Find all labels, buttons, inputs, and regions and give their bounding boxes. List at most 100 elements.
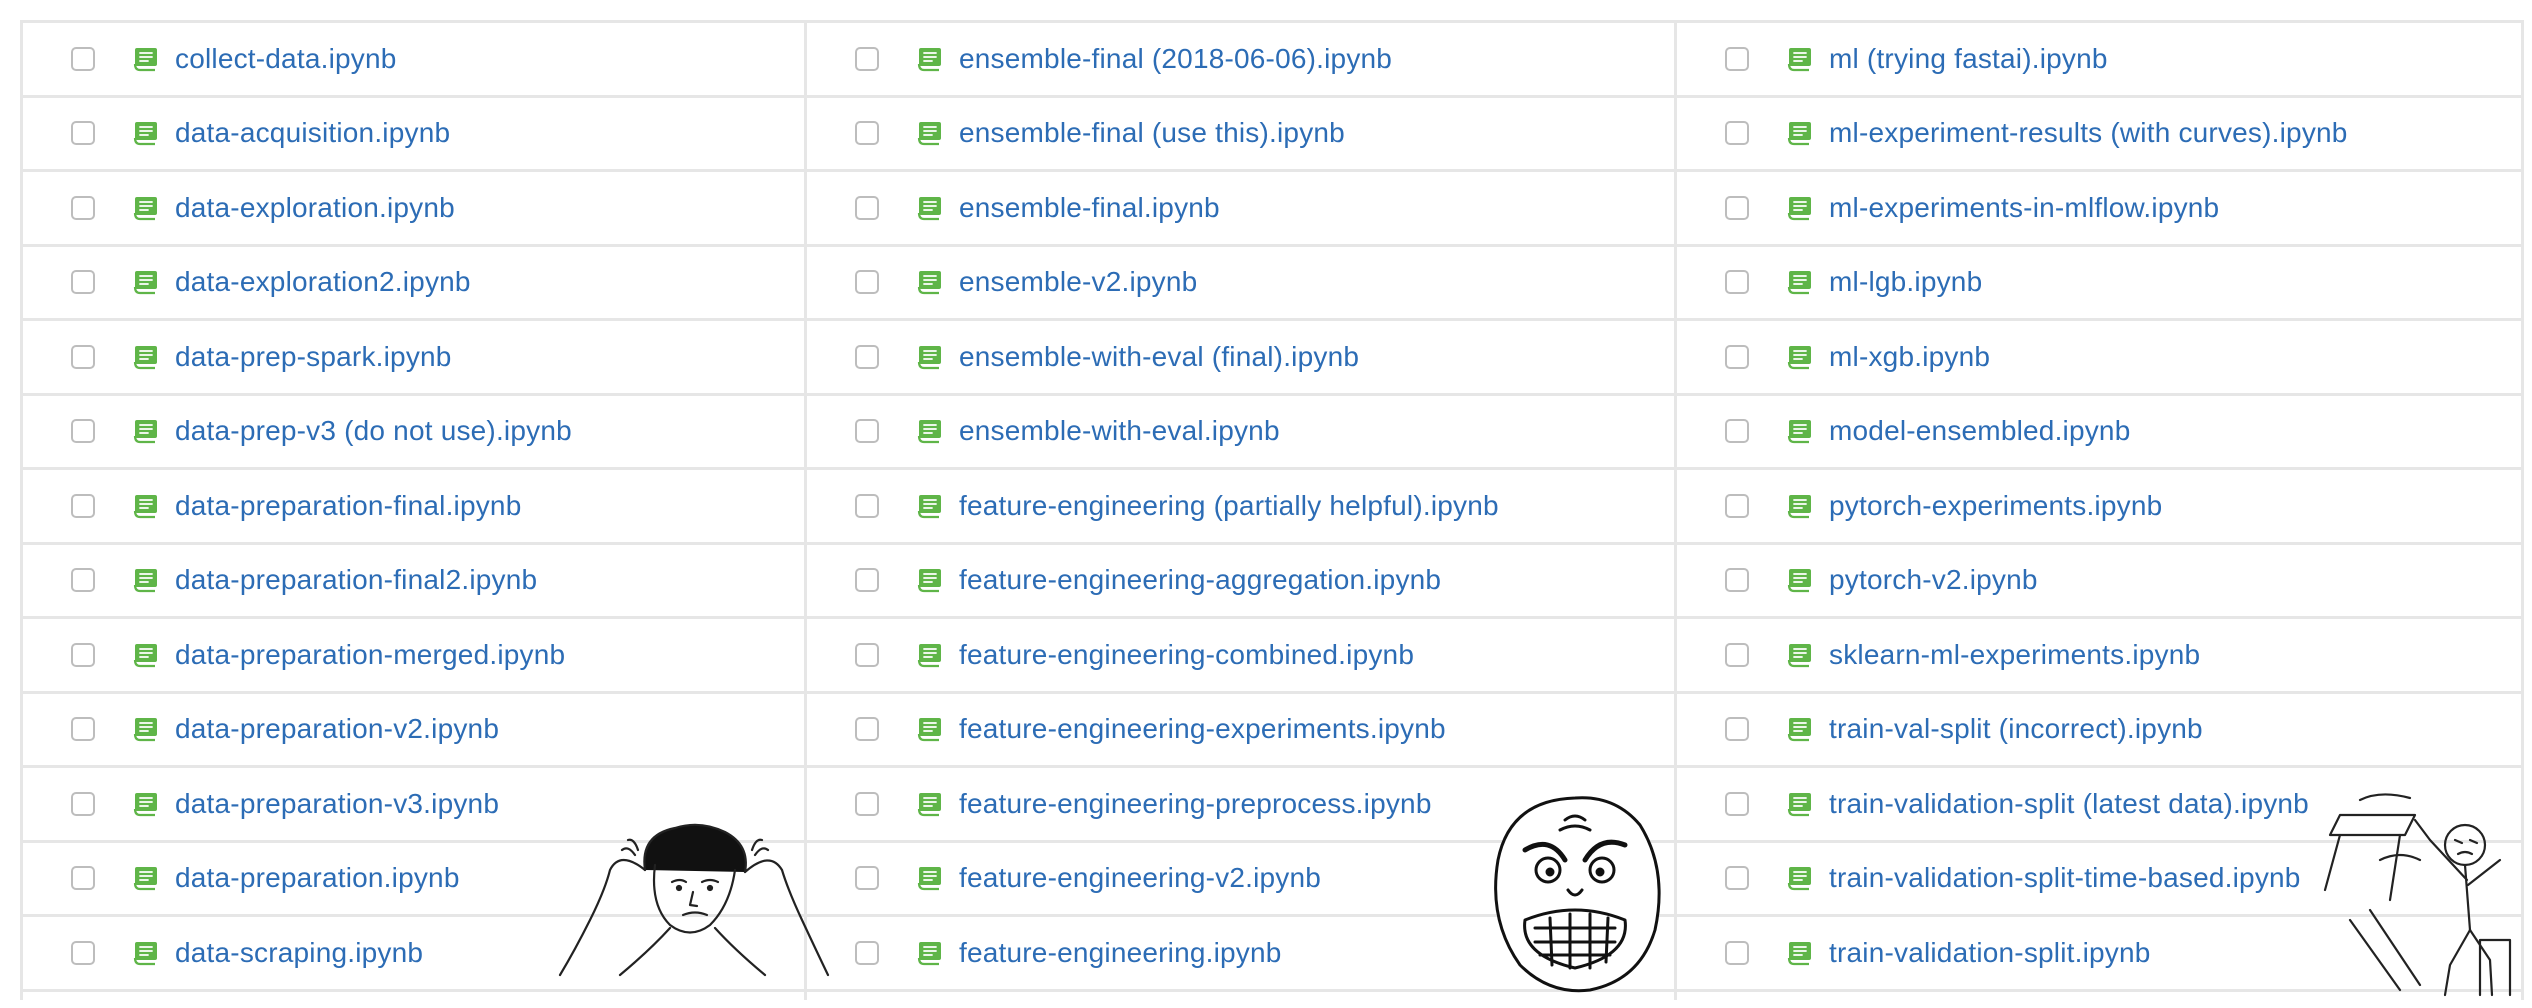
file-row[interactable]: ensemble-with-eval (final).ipynb — [807, 321, 1677, 396]
file-row[interactable]: data-preparation-v3.ipynb — [23, 768, 807, 843]
select-checkbox[interactable] — [855, 642, 879, 667]
select-checkbox[interactable] — [71, 642, 95, 667]
select-checkbox[interactable] — [1725, 717, 1749, 742]
select-checkbox[interactable] — [71, 344, 95, 369]
file-row[interactable]: data-preparation-final2.ipynb — [23, 545, 807, 619]
file-name-link[interactable]: data-exploration.ipynb — [175, 192, 455, 224]
file-row[interactable]: ensemble-v2.ipynb — [807, 247, 1677, 321]
select-checkbox[interactable] — [1725, 344, 1749, 369]
file-name-link[interactable]: train-validation-split.ipynb — [1829, 937, 2151, 969]
file-row[interactable]: pytorch-experiments.ipynb — [1677, 470, 2521, 545]
select-checkbox[interactable] — [1725, 791, 1749, 816]
file-row[interactable]: ml-xgb.ipynb — [1677, 321, 2521, 396]
file-name-link[interactable]: ml-experiments-in-mlflow.ipynb — [1829, 192, 2219, 224]
file-row[interactable]: data-exploration2.ipynb — [23, 247, 807, 321]
file-name-link[interactable]: ensemble-with-eval.ipynb — [959, 415, 1280, 447]
file-name-link[interactable]: ml (trying fastai).ipynb — [1829, 43, 2108, 75]
file-name-link[interactable]: feature-engineering.ipynb — [959, 937, 1282, 969]
select-checkbox[interactable] — [71, 121, 95, 146]
select-checkbox[interactable] — [71, 493, 95, 518]
file-name-link[interactable]: pytorch-experiments.ipynb — [1829, 490, 2162, 522]
select-checkbox[interactable] — [855, 717, 879, 742]
file-name-link[interactable]: feature-engineering-aggregation.ipynb — [959, 564, 1441, 596]
file-name-link[interactable]: collect-data.ipynb — [175, 43, 397, 75]
file-name-link[interactable]: train-validation-split (latest data).ipy… — [1829, 788, 2309, 820]
file-name-link[interactable]: data-preparation-merged.ipynb — [175, 639, 565, 671]
select-checkbox[interactable] — [855, 419, 879, 444]
file-row[interactable]: collect-data.ipynb — [23, 23, 807, 98]
file-name-link[interactable]: data-preparation-final.ipynb — [175, 490, 521, 522]
file-row[interactable]: ml-experiments-in-mlflow.ipynb — [1677, 172, 2521, 247]
file-name-link[interactable]: train-val-split (incorrect).ipynb — [1829, 713, 2203, 745]
select-checkbox[interactable] — [71, 866, 95, 891]
file-row[interactable]: feature-engineering-experiments.ipynb — [807, 694, 1677, 768]
file-name-link[interactable]: ml-lgb.ipynb — [1829, 266, 1982, 298]
file-row[interactable]: train-validation-split-time-based.ipynb — [1677, 843, 2521, 917]
file-row[interactable]: ensemble-with-eval.ipynb — [807, 396, 1677, 470]
select-checkbox[interactable] — [855, 344, 879, 369]
file-name-link[interactable]: ml-xgb.ipynb — [1829, 341, 1990, 373]
select-checkbox[interactable] — [1725, 493, 1749, 518]
file-name-link[interactable]: data-prep-v3 (do not use).ipynb — [175, 415, 572, 447]
file-name-link[interactable]: data-prep-spark.ipynb — [175, 341, 452, 373]
file-row[interactable]: feature-engineering.ipynb — [807, 917, 1677, 992]
file-name-link[interactable]: feature-engineering-v2.ipynb — [959, 862, 1321, 894]
file-name-link[interactable]: feature-engineering-preprocess.ipynb — [959, 788, 1432, 820]
file-row[interactable]: ensemble-final (use this).ipynb — [807, 98, 1677, 172]
file-row[interactable]: feature-engineering (partially helpful).… — [807, 470, 1677, 545]
file-name-link[interactable]: sklearn-ml-experiments.ipynb — [1829, 639, 2200, 671]
file-row[interactable]: data-prep-v3 (do not use).ipynb — [23, 396, 807, 470]
select-checkbox[interactable] — [855, 195, 879, 220]
file-name-link[interactable]: ml-experiment-results (with curves).ipyn… — [1829, 117, 2348, 149]
select-checkbox[interactable] — [71, 270, 95, 295]
file-name-link[interactable]: data-exploration2.ipynb — [175, 266, 471, 298]
file-name-link[interactable]: data-preparation.ipynb — [175, 862, 460, 894]
select-checkbox[interactable] — [1725, 419, 1749, 444]
file-name-link[interactable]: model-ensembled.ipynb — [1829, 415, 2130, 447]
file-name-link[interactable]: ensemble-with-eval (final).ipynb — [959, 341, 1359, 373]
select-checkbox[interactable] — [71, 195, 95, 220]
select-checkbox[interactable] — [855, 121, 879, 146]
file-name-link[interactable]: data-scraping.ipynb — [175, 937, 423, 969]
file-row[interactable]: ml (trying fastai).ipynb — [1677, 23, 2521, 98]
file-row[interactable]: data-scraping.ipynb — [23, 917, 807, 992]
file-row[interactable]: data-preparation-v2.ipynb — [23, 694, 807, 768]
select-checkbox[interactable] — [1725, 642, 1749, 667]
file-row[interactable]: train-validation-split.ipynb — [1677, 917, 2521, 992]
select-checkbox[interactable] — [71, 46, 95, 71]
file-name-link[interactable]: ensemble-v2.ipynb — [959, 266, 1197, 298]
file-name-link[interactable]: data-preparation-v2.ipynb — [175, 713, 499, 745]
file-name-link[interactable]: ensemble-final (use this).ipynb — [959, 117, 1345, 149]
select-checkbox[interactable] — [855, 940, 879, 965]
select-checkbox[interactable] — [71, 419, 95, 444]
select-checkbox[interactable] — [855, 866, 879, 891]
file-row[interactable]: data-exploration.ipynb — [23, 172, 807, 247]
select-checkbox[interactable] — [1725, 195, 1749, 220]
file-row[interactable]: model-ensembled.ipynb — [1677, 396, 2521, 470]
file-row[interactable]: train-val-split (incorrect).ipynb — [1677, 694, 2521, 768]
file-row[interactable]: feature-engineering-v2.ipynb — [807, 843, 1677, 917]
file-name-link[interactable]: feature-engineering (partially helpful).… — [959, 490, 1499, 522]
file-row[interactable]: train-validation-split (latest data).ipy… — [1677, 768, 2521, 843]
file-row[interactable]: ml-experiment-results (with curves).ipyn… — [1677, 98, 2521, 172]
file-row[interactable]: feature-engineering-combined.ipynb — [807, 619, 1677, 694]
select-checkbox[interactable] — [1725, 46, 1749, 71]
select-checkbox[interactable] — [71, 791, 95, 816]
file-row[interactable]: data-preparation.ipynb — [23, 843, 807, 917]
select-checkbox[interactable] — [855, 791, 879, 816]
select-checkbox[interactable] — [855, 46, 879, 71]
select-checkbox[interactable] — [1725, 270, 1749, 295]
file-name-link[interactable]: ensemble-final.ipynb — [959, 192, 1220, 224]
file-name-link[interactable]: feature-engineering-combined.ipynb — [959, 639, 1414, 671]
file-name-link[interactable]: data-acquisition.ipynb — [175, 117, 450, 149]
file-name-link[interactable]: ensemble-final (2018-06-06).ipynb — [959, 43, 1392, 75]
file-row[interactable]: data-acquisition.ipynb — [23, 98, 807, 172]
file-name-link[interactable]: pytorch-v2.ipynb — [1829, 564, 2038, 596]
select-checkbox[interactable] — [855, 270, 879, 295]
file-row[interactable]: pytorch-v2.ipynb — [1677, 545, 2521, 619]
file-name-link[interactable]: feature-engineering-experiments.ipynb — [959, 713, 1446, 745]
select-checkbox[interactable] — [71, 568, 95, 593]
file-row[interactable]: ensemble-final.ipynb — [807, 172, 1677, 247]
select-checkbox[interactable] — [1725, 568, 1749, 593]
file-name-link[interactable]: data-preparation-final2.ipynb — [175, 564, 537, 596]
